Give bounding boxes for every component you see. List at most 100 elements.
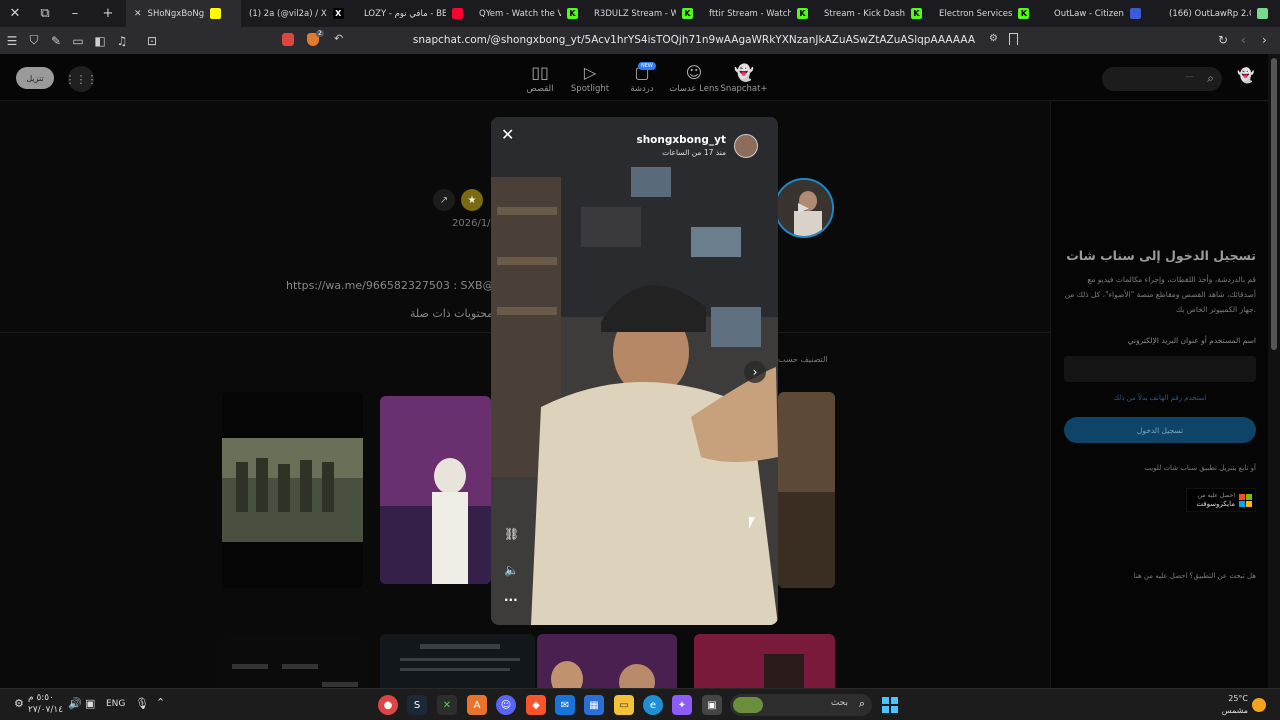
story-video-frame [491,117,778,625]
extensions-icon[interactable]: ✎ [46,27,66,54]
snapchat-page: تنزيل ⋮⋮⋮ ▯▯ القصص ▷ Spotlight ▢ NEW دردشة ☺ عدس… [0,54,1280,688]
tab-groups-icon[interactable]: ▭ [68,27,88,54]
story-card[interactable] [778,392,835,588]
story-avatar[interactable] [734,134,758,158]
forward-icon[interactable]: › [1262,33,1267,47]
story-card[interactable] [222,634,363,688]
profile-bio[interactable]: https://wa.me/966582327503 : SXB@pwr [286,279,514,292]
nav-item[interactable]: 👻 Snapchat+ [716,62,772,94]
task-view-icon[interactable]: ▣ [702,695,722,715]
story-card[interactable] [694,634,835,688]
store-icon[interactable]: ▦ [584,695,604,715]
music-icon[interactable]: ♫ [112,27,132,54]
browser-tab[interactable]: (1) 2a (@vil2a) / X X [241,0,356,27]
browser-tab[interactable]: R3DULZ Stream - Watc K [586,0,701,27]
browser-tab[interactable]: OutLaw - Citizen [1046,0,1161,27]
xbox-icon[interactable]: ✕ [437,695,457,715]
clock-date[interactable]: ٢٧/٠٧/١٤ [28,705,63,715]
next-story-icon[interactable]: › [744,361,766,383]
mute-icon[interactable]: 🔈 [504,563,519,577]
browser-tab[interactable]: Electron Services K [931,0,1046,27]
nav-item[interactable]: ▷ Spotlight [562,62,618,94]
browser-tab[interactable]: QYem - Watch the VO K [471,0,586,27]
snapchat-ghost-icon[interactable]: 👻 [1236,68,1256,88]
network-icon[interactable]: ▣ [85,697,95,710]
brave-browser-icon[interactable]: ◆ [526,695,546,715]
browser-tab[interactable]: ✕ SHoNgxBoNg [126,0,241,27]
screenshot-icon[interactable]: ⊡ [142,27,162,54]
sidebar-icon[interactable]: ◧ [90,27,110,54]
nav-item[interactable]: ▢ NEW دردشة [614,62,670,94]
snapchat-header: تنزيل ⋮⋮⋮ ▯▯ القصص ▷ Spotlight ▢ NEW دردشة ☺ عدس… [0,54,1268,101]
tab-overview-icon[interactable]: ⧉ [30,0,60,27]
favorite-button[interactable]: ★ [461,189,483,211]
login-button[interactable]: تسجيل الدخول [1064,417,1256,443]
nav-item[interactable]: ☺ عدسات Lens [666,62,722,94]
share-button[interactable]: ↗ [433,189,455,211]
outlook-icon[interactable]: ✉ [555,695,575,715]
browser-tab[interactable]: (166) OutLawRp 2.0 - L [1161,0,1276,27]
close-story-icon[interactable]: ✕ [501,125,514,144]
download-button[interactable]: تنزيل [16,67,54,89]
app-a-icon[interactable]: A [467,695,487,715]
page-scrollbar[interactable] [1268,54,1280,688]
clock-time[interactable]: ٥:٥٠ م [28,693,54,703]
tab-label: QYem - Watch the VO [479,8,561,19]
browser-tab[interactable]: LOZY - مافي نوم - BE [356,0,471,27]
tab-label: fttir Stream - Watch Li [709,8,791,19]
app-chrome-icon[interactable]: ● [378,695,398,715]
search-input[interactable]: — ⌕ [1102,67,1222,91]
tab-favicon-icon [452,8,463,19]
new-badge: NEW [638,62,656,70]
weather-widget[interactable]: 25°C مشمس [1212,693,1248,717]
nav-item[interactable]: ▯▯ القصص [512,62,568,94]
scrollbar-thumb[interactable] [1271,58,1277,350]
start-button-icon[interactable] [880,695,900,715]
refresh-icon[interactable]: ↻ [1218,33,1228,47]
url-text[interactable]: snapchat.com/@shongxbong_yt/5Acv1hrYS4is… [413,34,975,46]
apps-grid-icon[interactable]: ⋮⋮⋮ [65,66,98,92]
sort-label[interactable]: التصنيف حسب [778,355,828,364]
edge-icon[interactable]: e [643,695,663,715]
more-options-icon[interactable]: ··· [504,593,518,607]
profile-avatar[interactable]: ▶ [774,178,834,238]
link-icon[interactable]: ⛓ [504,527,519,541]
story-card[interactable] [537,634,677,688]
volume-icon[interactable]: 🔊 [68,697,82,710]
wifi-icon[interactable]: ⚙ [14,697,24,710]
close-window-icon[interactable]: ✕ [0,0,30,27]
microphone-icon[interactable]: 🎙 [135,697,149,710]
story-username[interactable]: shongxbong_yt [636,134,726,146]
tray-overflow-icon[interactable]: ⌃ [156,696,165,709]
reload-page-icon[interactable]: ↶ [334,32,343,45]
story-card[interactable] [380,634,535,688]
username-field[interactable] [1064,356,1256,382]
new-tab-icon[interactable]: + [90,0,126,27]
back-icon[interactable]: ‹ [1241,33,1246,47]
tab-favicon-icon [1129,8,1141,19]
microsoft-store-badge[interactable]: احصل عليه من مايكروسوفت [1186,488,1256,512]
story-card[interactable] [222,392,363,588]
browser-tab[interactable]: fttir Stream - Watch Li K [701,0,816,27]
browser-tab[interactable]: Stream - Kick Dash K [816,0,931,27]
menu-icon[interactable]: ☰ [2,27,22,54]
page-settings-icon[interactable]: ⚙ [989,33,998,44]
close-tab-icon[interactable]: ✕ [134,9,142,19]
discord-icon[interactable]: ☺ [496,695,516,715]
get-app-link[interactable]: هل تبحث عن التطبيق؟ احصل عليه من هنا [1134,572,1256,580]
tab-label: (1) 2a (@vil2a) / X [249,8,327,19]
bookmark-icon[interactable] [1009,33,1018,45]
file-explorer-icon[interactable]: ▭ [614,695,634,715]
shield-count-badge: 2 [316,30,324,37]
use-phone-link[interactable]: استخدم رقم الهاتف بدلاً من ذلك [1064,394,1256,402]
taskbar-search[interactable]: بحث ⌕ [730,694,872,716]
steam-icon[interactable]: S [407,695,427,715]
copilot-icon[interactable]: ✦ [672,695,692,715]
url-box[interactable]: 2 ↶ snapchat.com/@shongxbong_yt/5Acv1hrY… [280,30,1020,50]
story-card[interactable] [380,396,491,584]
adblock-icon[interactable] [282,33,294,46]
language-indicator[interactable]: ENG [106,699,125,709]
minimize-icon[interactable]: – [60,0,90,27]
story-viewer: ✕ shongxbong_yt منذ 17 من الساعات › ⛓ 🔈 … [491,117,778,625]
shield-icon[interactable]: ⛉ [24,27,44,54]
